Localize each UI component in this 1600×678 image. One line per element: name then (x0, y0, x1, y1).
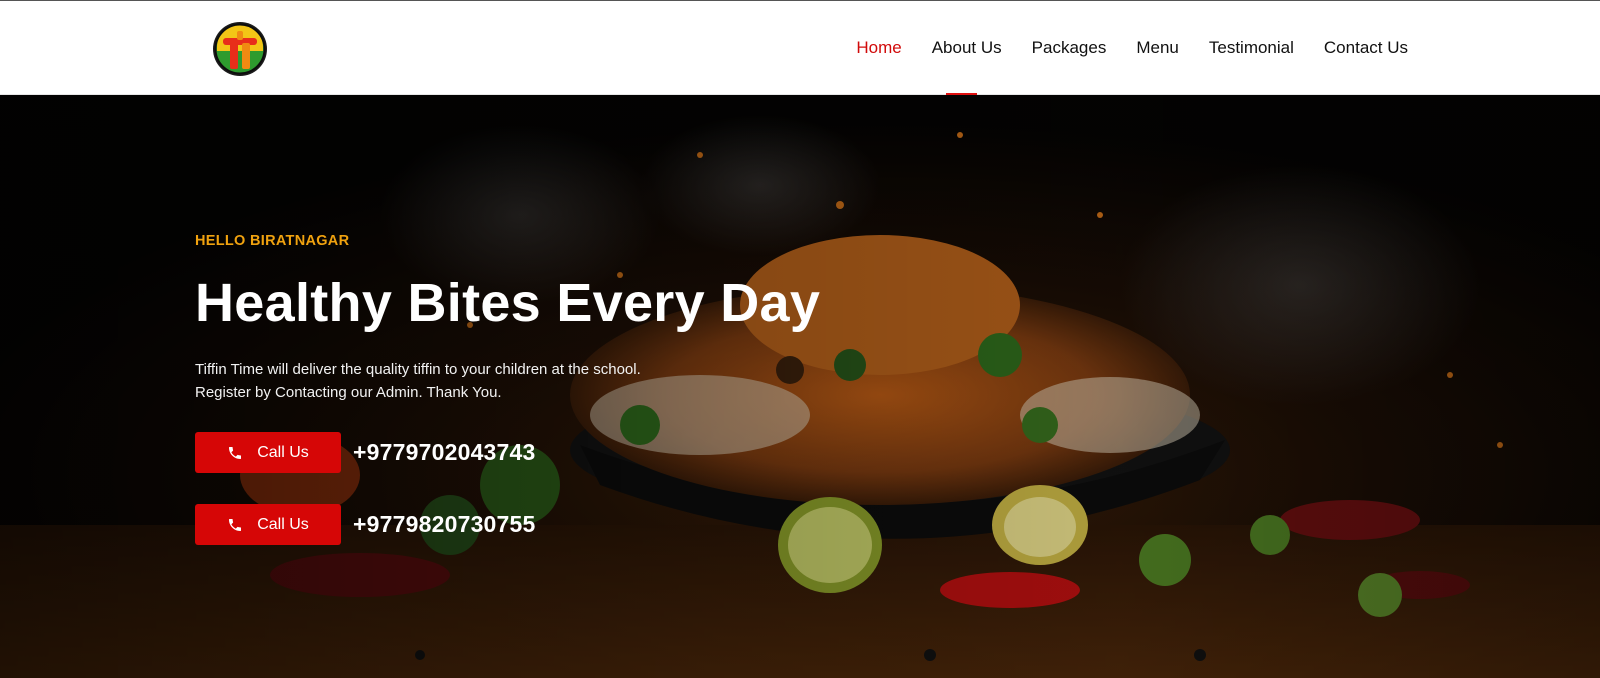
phone-number-2: +9779820730755 (353, 511, 536, 537)
nav-packages[interactable]: Packages (1032, 1, 1107, 95)
logo-icon[interactable] (211, 21, 269, 77)
site-header: Home About Us Packages Menu Testimonial … (0, 1, 1600, 96)
call-row-1: Call Us +9779702043743 (195, 432, 536, 473)
call-row-2: Call Us +9779820730755 (195, 504, 536, 545)
hero-eyebrow: HELLO BIRATNAGAR (195, 233, 350, 249)
hero-title: Healthy Bites Every Day (195, 273, 821, 333)
hero-section: HELLO BIRATNAGAR Healthy Bites Every Day… (0, 95, 1600, 678)
nav-menu[interactable]: Menu (1136, 1, 1179, 95)
phone-number-1: +9779702043743 (353, 439, 536, 465)
nav-contact-us[interactable]: Contact Us (1324, 1, 1408, 95)
nav-about-us[interactable]: About Us (932, 1, 1002, 95)
phone-icon (229, 518, 242, 531)
main-nav: Home About Us Packages Menu Testimonial … (856, 1, 1408, 95)
hero-content: HELLO BIRATNAGAR Healthy Bites Every Day… (195, 95, 1095, 678)
nav-home[interactable]: Home (856, 1, 901, 95)
nav-testimonial[interactable]: Testimonial (1209, 1, 1294, 95)
call-us-button-2[interactable]: Call Us (195, 504, 341, 545)
call-us-button-1[interactable]: Call Us (195, 432, 341, 473)
hero-description-line-2: Register by Contacting our Admin. Thank … (195, 384, 502, 401)
call-us-label-2: Call Us (257, 515, 309, 533)
hero-description: Tiffin Time will deliver the quality tif… (195, 358, 641, 404)
call-us-label-1: Call Us (257, 443, 309, 461)
hero-description-line-1: Tiffin Time will deliver the quality tif… (195, 361, 641, 378)
phone-icon (229, 446, 242, 459)
